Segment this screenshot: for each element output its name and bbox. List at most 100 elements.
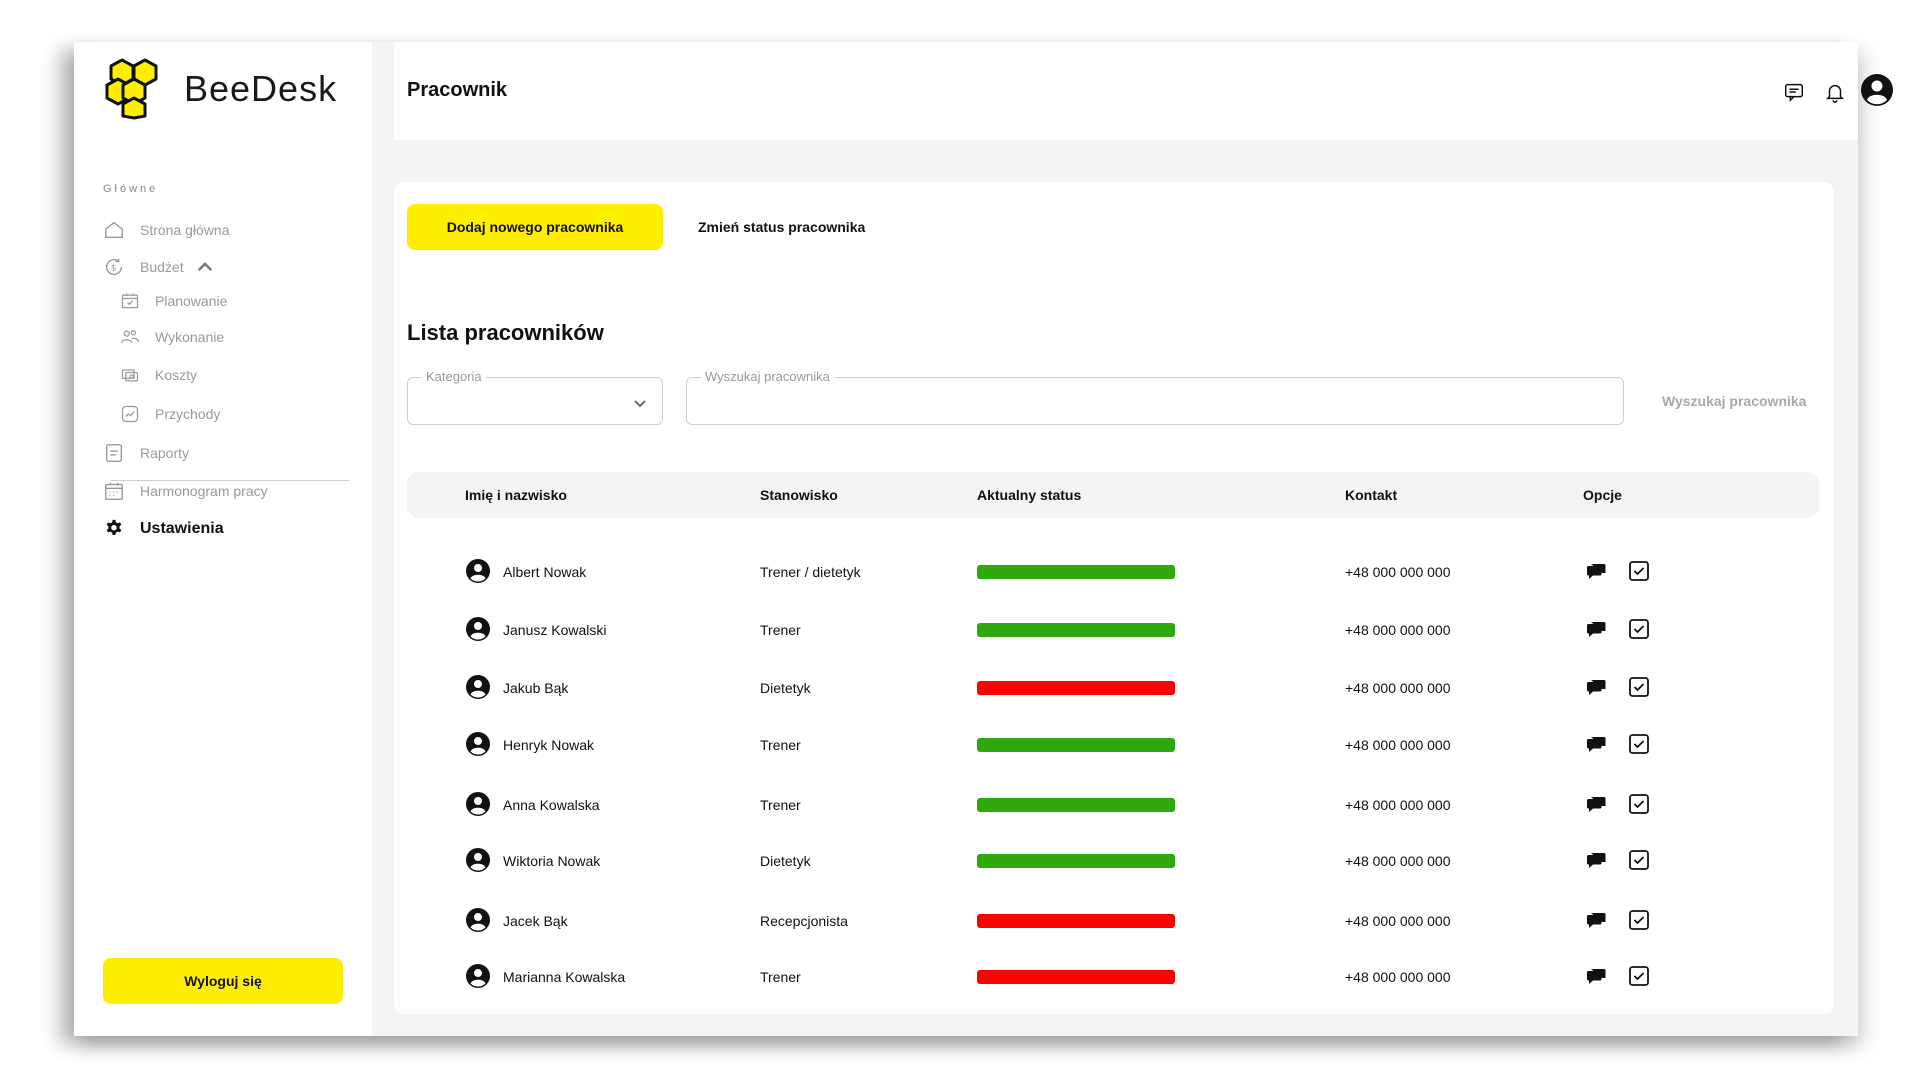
status-bar xyxy=(977,738,1175,752)
employee-name: Marianna Kowalska xyxy=(503,969,626,985)
sidebar-item-settings[interactable]: Ustawienia xyxy=(103,518,224,540)
chat-icon[interactable] xyxy=(1585,676,1607,698)
employee-name: Jakub Bąk xyxy=(503,680,569,696)
employee-position: Trener xyxy=(760,622,801,638)
table-row: Jakub Bąk Dietetyk +48 000 000 000 xyxy=(407,668,1819,708)
table-row: Henryk Nowak Trener +48 000 000 000 xyxy=(407,725,1819,765)
calendar-check-icon xyxy=(121,293,139,309)
employee-contact: +48 000 000 000 xyxy=(1345,797,1451,813)
section-label: Główne xyxy=(103,183,159,195)
sidebar-item-label: Budżet xyxy=(140,259,184,275)
status-bar xyxy=(977,970,1175,984)
checkbox-icon[interactable] xyxy=(1627,617,1651,641)
column-header-name: Imię i nazwisko xyxy=(465,487,567,503)
employee-contact: +48 000 000 000 xyxy=(1345,622,1451,638)
message-icon[interactable] xyxy=(1783,81,1805,103)
status-bar xyxy=(977,681,1175,695)
employee-position: Trener / dietetyk xyxy=(760,564,861,580)
checkbox-icon[interactable] xyxy=(1627,908,1651,932)
chat-icon[interactable] xyxy=(1585,560,1607,582)
employee-position: Dietetyk xyxy=(760,853,811,869)
chat-icon[interactable] xyxy=(1585,733,1607,755)
employee-name: Henryk Nowak xyxy=(503,737,595,753)
logout-button[interactable]: Wyloguj się xyxy=(103,958,343,1004)
employee-position: Trener xyxy=(760,797,801,813)
avatar-icon xyxy=(466,848,490,872)
home-icon xyxy=(105,221,123,239)
report-icon xyxy=(105,444,123,462)
employee-panel: Dodaj nowego pracownika Zmień status pra… xyxy=(394,182,1834,1014)
chat-icon[interactable] xyxy=(1585,909,1607,931)
avatar-icon xyxy=(466,908,490,932)
checkbox-icon[interactable] xyxy=(1627,559,1651,583)
sidebar-item-income[interactable]: Przychody xyxy=(120,404,220,424)
employee-contact: +48 000 000 000 xyxy=(1345,969,1451,985)
sidebar-item-label: Planowanie xyxy=(155,293,228,309)
employee-position: Trener xyxy=(760,737,801,753)
search-button[interactable]: Wyszukaj pracownika xyxy=(1662,393,1806,409)
table-row: Albert Nowak Trener / dietetyk +48 000 000… xyxy=(407,552,1819,592)
sidebar-item-label: Ustawienia xyxy=(140,520,224,537)
app-window: BeeDesk Główne Strona główna $ Budżet Pl… xyxy=(74,42,1893,1036)
budget-icon: $ xyxy=(106,258,123,276)
status-bar xyxy=(977,854,1175,868)
avatar-icon xyxy=(466,964,490,988)
employee-position: Trener xyxy=(760,969,801,985)
sidebar-item-reports[interactable]: Raporty xyxy=(103,442,189,464)
column-header-status: Aktualny status xyxy=(977,487,1082,503)
checkbox-icon[interactable] xyxy=(1627,675,1651,699)
employee-name: Anna Kowalska xyxy=(503,797,600,813)
employee-name: Albert Nowak xyxy=(503,564,587,580)
chat-icon[interactable] xyxy=(1585,849,1607,871)
bell-icon[interactable] xyxy=(1824,80,1846,104)
people-icon xyxy=(121,330,139,344)
svg-text:$: $ xyxy=(111,263,117,274)
sidebar-item-budget[interactable]: $ Budżet xyxy=(103,256,216,278)
page-title: Pracownik xyxy=(407,79,508,101)
employee-name: Jacek Bąk xyxy=(503,913,568,929)
sidebar-item-label: Koszty xyxy=(155,367,198,383)
table-row: Anna Kowalska Trener +48 000 000 000 xyxy=(407,785,1819,825)
chat-icon[interactable] xyxy=(1585,965,1607,987)
avatar-icon xyxy=(466,792,490,816)
trend-icon xyxy=(121,405,139,423)
status-bar xyxy=(977,565,1175,579)
checkbox-icon[interactable] xyxy=(1627,732,1651,756)
gear-icon xyxy=(106,519,122,535)
category-select[interactable] xyxy=(408,378,662,424)
table-row: Jacek Bąk Recepcjonista +48 000 000 000 xyxy=(407,901,1819,941)
sidebar-item-label: Strona główna xyxy=(140,222,230,238)
checkbox-icon[interactable] xyxy=(1627,792,1651,816)
honeycomb-icon xyxy=(105,58,158,120)
search-field: Wyszukaj pracownika xyxy=(686,369,1624,425)
chat-icon[interactable] xyxy=(1585,793,1607,815)
employee-contact: +48 000 000 000 xyxy=(1345,680,1451,696)
change-status-button[interactable]: Zmień status pracownika xyxy=(682,204,882,250)
checkbox-icon[interactable] xyxy=(1627,848,1651,872)
sidebar-item-planning[interactable]: Planowanie xyxy=(120,291,227,311)
brand-logo[interactable]: BeeDesk xyxy=(104,58,337,120)
avatar-icon xyxy=(466,732,490,756)
employee-contact: +48 000 000 000 xyxy=(1345,737,1451,753)
status-bar xyxy=(977,623,1175,637)
chat-icon[interactable] xyxy=(1585,618,1607,640)
checkbox-icon[interactable] xyxy=(1627,964,1651,988)
sidebar-item-label: Harmonogram pracy xyxy=(140,483,268,499)
employee-contact: +48 000 000 000 xyxy=(1345,564,1451,580)
sidebar-item-schedule[interactable]: Harmonogram pracy xyxy=(103,480,268,502)
employee-name: Janusz Kowalski xyxy=(503,622,607,638)
sidebar-item-home[interactable]: Strona główna xyxy=(103,219,230,241)
sidebar-item-costs[interactable]: Koszty xyxy=(120,365,197,385)
employee-position: Dietetyk xyxy=(760,680,811,696)
search-input[interactable] xyxy=(687,378,1623,424)
table-row: Marianna Kowalska Trener +48 000 000 000 xyxy=(407,957,1819,997)
sidebar-item-label: Raporty xyxy=(140,445,190,461)
brand-name: BeeDesk xyxy=(184,68,338,109)
top-header: Pracownik xyxy=(394,42,1893,140)
sidebar-item-execution[interactable]: Wykonanie xyxy=(120,327,224,347)
sidebar: BeeDesk Główne Strona główna $ Budżet Pl… xyxy=(74,42,372,1036)
user-icon[interactable] xyxy=(1860,73,1894,107)
add-employee-button[interactable]: Dodaj nowego pracownika xyxy=(407,204,663,250)
employee-contact: +48 000 000 000 xyxy=(1345,913,1451,929)
chevron-up-icon[interactable] xyxy=(194,256,216,278)
